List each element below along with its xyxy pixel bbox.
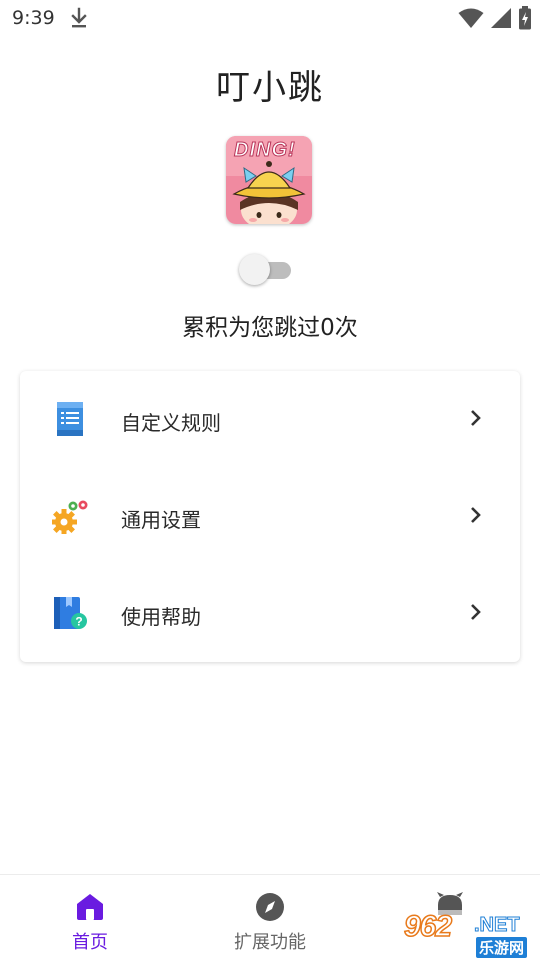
gears-settings-icon	[52, 500, 88, 534]
app-logo: DING!	[226, 136, 312, 224]
home-icon	[77, 894, 103, 920]
app-logo-lettering: DING!	[234, 139, 296, 162]
status-icons	[458, 6, 532, 30]
menu-card: 自定义规则 通用设置 ? 使用帮助	[20, 371, 520, 662]
menu-item-general-settings[interactable]: 通用设置	[20, 468, 520, 565]
watermark-subtitle: 乐游网	[476, 937, 528, 958]
skip-toggle[interactable]	[239, 254, 291, 286]
watermark-brand: 962	[403, 909, 453, 944]
chevron-right-icon	[471, 604, 481, 620]
watermark-suffix: .NET	[474, 914, 521, 937]
watermark-logo: 962 .NET 乐游网	[398, 908, 536, 958]
nav-tab-extensions[interactable]: 扩展功能	[180, 875, 360, 960]
nav-tab-home[interactable]: 首页	[0, 875, 180, 960]
wifi-icon	[458, 8, 484, 28]
page-title: 叮小跳	[216, 68, 324, 108]
help-book-icon: ?	[54, 597, 87, 629]
menu-item-label: 通用设置	[121, 508, 201, 532]
rules-document-icon	[57, 402, 83, 436]
status-bar: 9:39	[0, 0, 540, 36]
menu-item-custom-rules[interactable]: 自定义规则	[20, 371, 520, 468]
nav-tab-label: 首页	[72, 932, 108, 953]
nav-tab-label: 扩展功能	[234, 932, 306, 953]
menu-item-label: 自定义规则	[121, 411, 221, 435]
status-time: 9:39	[12, 7, 55, 29]
menu-item-help[interactable]: ? 使用帮助	[20, 565, 520, 662]
toggle-thumb	[239, 254, 270, 285]
chevron-right-icon	[471, 410, 481, 426]
signal-icon	[491, 8, 511, 28]
menu-item-label: 使用帮助	[121, 605, 201, 629]
battery-charging-icon	[519, 6, 531, 30]
download-icon	[71, 7, 87, 28]
chevron-right-icon	[471, 507, 481, 523]
svg-text:?: ?	[75, 615, 82, 629]
compass-icon	[256, 893, 284, 921]
skip-count-text: 累积为您跳过0次	[182, 315, 358, 341]
